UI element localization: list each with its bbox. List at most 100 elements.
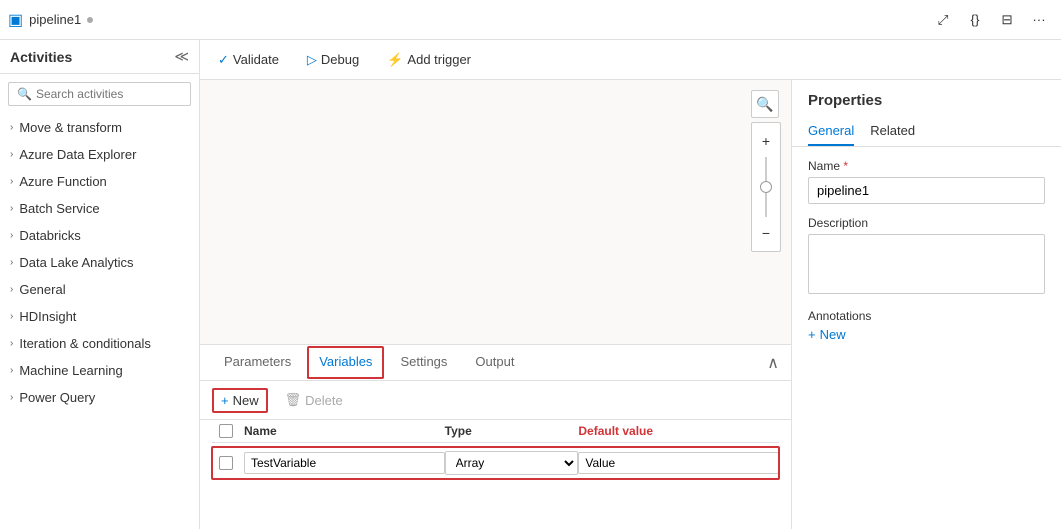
properties-title: Properties [792, 80, 1061, 117]
new-btn-label: New [233, 393, 259, 408]
sidebar-item-hdinsight[interactable]: › HDInsight [0, 303, 199, 330]
sidebar-item-general[interactable]: › General [0, 276, 199, 303]
header-check [212, 424, 240, 438]
add-trigger-button[interactable]: ⚡ Add trigger [381, 48, 477, 72]
name-label: Name * [808, 159, 1045, 173]
chevron-icon: › [10, 338, 13, 349]
tab-variables[interactable]: Variables [307, 346, 384, 379]
sidebar-header-icons: ≪ [174, 48, 189, 65]
sidebar-item-databricks[interactable]: › Databricks [0, 222, 199, 249]
name-field: Name * [808, 159, 1045, 204]
bottom-tabs: Parameters Variables Settings Output ∧ [200, 345, 791, 381]
info-icon-btn[interactable]: ⊟ [993, 6, 1021, 34]
chevron-icon: › [10, 392, 13, 403]
variable-type-select[interactable]: Array String Boolean Integer [445, 451, 579, 475]
sidebar: Activities ≪ 🔍 › Move & transform › Azur… [0, 40, 200, 529]
sidebar-item-power-query[interactable]: › Power Query [0, 384, 199, 411]
plus-icon: + [808, 327, 816, 342]
table-row: Array String Boolean Integer [212, 447, 779, 479]
delete-btn-label: Delete [305, 393, 343, 408]
panel-close-icon[interactable]: ∧ [767, 353, 779, 373]
search-box: 🔍 [8, 82, 191, 106]
code-icon-btn[interactable]: {} [961, 6, 989, 34]
chevron-icon: › [10, 122, 13, 133]
chevron-icon: › [10, 311, 13, 322]
chevron-icon: › [10, 365, 13, 376]
bottom-panel: Parameters Variables Settings Output ∧ [200, 344, 791, 529]
sidebar-header: Activities ≪ [0, 40, 199, 74]
debug-label: Debug [321, 52, 359, 67]
search-icon: 🔍 [17, 87, 32, 101]
delete-icon: 🗑 [285, 392, 302, 408]
debug-button[interactable]: ▷ Debug [301, 48, 365, 72]
sidebar-item-move-transform[interactable]: › Move & transform [0, 114, 199, 141]
top-bar-left: ▣ pipeline1 [8, 10, 921, 30]
tab-settings[interactable]: Settings [388, 346, 459, 379]
tab-general[interactable]: General [808, 117, 854, 146]
zoom-out-button[interactable]: − [752, 219, 780, 247]
chevron-icon: › [10, 257, 13, 268]
sidebar-item-machine-learning[interactable]: › Machine Learning [0, 357, 199, 384]
name-input[interactable] [808, 177, 1045, 204]
canvas-area: 🔍 + − [200, 80, 791, 344]
variable-name-input[interactable] [244, 452, 445, 474]
zoom-fit-button[interactable]: 🔍 [751, 90, 779, 118]
description-textarea[interactable] [808, 234, 1045, 294]
pipeline-icon: ▣ [8, 10, 23, 30]
chevron-icon: › [10, 230, 13, 241]
sidebar-item-azure-function[interactable]: › Azure Function [0, 168, 199, 195]
sidebar-item-label: Power Query [19, 390, 95, 405]
chevron-icon: › [10, 203, 13, 214]
sidebar-item-batch-service[interactable]: › Batch Service [0, 195, 199, 222]
sidebar-item-label: Azure Data Explorer [19, 147, 136, 162]
tab-related[interactable]: Related [870, 117, 915, 146]
new-variable-button[interactable]: + New [212, 388, 268, 413]
description-field: Description [808, 216, 1045, 297]
table-header: Name Type Default value [212, 420, 779, 443]
sidebar-items: › Move & transform › Azure Data Explorer… [0, 114, 199, 529]
top-bar: ▣ pipeline1 ⤢ {} ⊟ ··· [0, 0, 1061, 40]
new-annotation-label: New [820, 327, 846, 342]
canvas-controls: 🔍 + − [751, 90, 781, 252]
sidebar-item-label: Data Lake Analytics [19, 255, 133, 270]
more-icon-btn[interactable]: ··· [1025, 6, 1053, 34]
annotations-field: Annotations + New [808, 309, 1045, 342]
delete-variable-button[interactable]: 🗑 Delete [276, 387, 352, 413]
validate-button[interactable]: ✓ Validate [212, 48, 285, 72]
sidebar-item-data-lake-analytics[interactable]: › Data Lake Analytics [0, 249, 199, 276]
add-trigger-label: Add trigger [407, 52, 471, 67]
tab-output[interactable]: Output [463, 346, 526, 379]
sidebar-item-azure-data-explorer[interactable]: › Azure Data Explorer [0, 141, 199, 168]
chevron-icon: › [10, 284, 13, 295]
row-default [578, 452, 779, 474]
top-bar-right: ⤢ {} ⊟ ··· [929, 6, 1053, 34]
chevron-icon: › [10, 176, 13, 187]
row-checkbox[interactable] [219, 456, 233, 470]
right-panel-content: Name * Description Annotations + New [792, 147, 1061, 354]
variables-table: Name Type Default value [200, 420, 791, 479]
search-input[interactable] [36, 87, 191, 101]
variable-default-input[interactable] [578, 452, 779, 474]
right-tabs: General Related [792, 117, 1061, 147]
zoom-in-button[interactable]: + [752, 127, 780, 155]
validate-icon: ✓ [218, 52, 229, 68]
debug-icon: ▷ [307, 52, 317, 68]
sidebar-item-label: Databricks [19, 228, 80, 243]
row-name [240, 452, 445, 474]
zoom-slider-container: + − [751, 122, 781, 252]
sidebar-item-iteration-conditionals[interactable]: › Iteration & conditionals [0, 330, 199, 357]
collapse-icon[interactable]: ≪ [174, 48, 189, 65]
expand-icon-btn[interactable]: ⤢ [929, 6, 957, 34]
sidebar-item-label: Batch Service [19, 201, 99, 216]
trigger-icon: ⚡ [387, 52, 403, 68]
unsaved-indicator [87, 17, 93, 23]
tab-parameters[interactable]: Parameters [212, 346, 303, 379]
sidebar-item-label: HDInsight [19, 309, 76, 324]
select-all-checkbox[interactable] [219, 424, 233, 438]
pipeline-title: pipeline1 [29, 12, 81, 27]
sidebar-item-label: General [19, 282, 65, 297]
description-label: Description [808, 216, 1045, 230]
add-annotation-button[interactable]: + New [808, 327, 1045, 342]
right-panel: Properties General Related Name * [791, 80, 1061, 529]
plus-icon: + [221, 393, 229, 408]
